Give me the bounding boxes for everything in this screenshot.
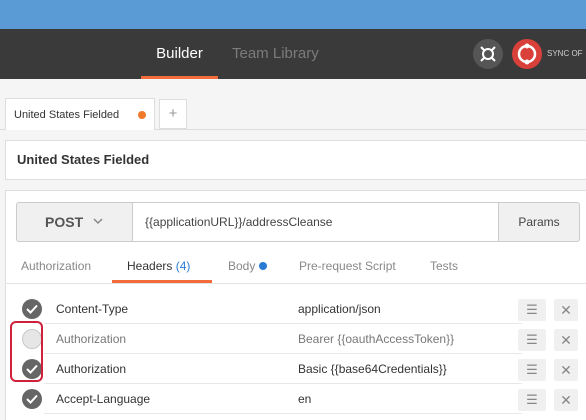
request-tab[interactable]: United States Fielded	[5, 98, 155, 130]
row-menu-icon[interactable]: ☰	[518, 329, 546, 351]
tab-team-library[interactable]: Team Library	[232, 29, 319, 79]
request-name-text: United States Fielded	[17, 152, 150, 167]
annotation-highlight-box	[10, 321, 43, 382]
sub-tab-divider	[5, 283, 586, 284]
method-dropdown[interactable]: POST	[16, 202, 133, 242]
tab-headers-label: Headers	[127, 259, 173, 273]
url-input[interactable]: {{applicationURL}}/addressCleanse	[132, 202, 500, 242]
row-menu-icon[interactable]: ☰	[518, 389, 546, 411]
url-text: {{applicationURL}}/addressCleanse	[145, 215, 333, 229]
row-delete-icon[interactable]: ✕	[554, 389, 578, 411]
header-key-underline	[44, 413, 286, 414]
body-modified-dot-icon	[259, 262, 268, 270]
row-menu-icon[interactable]: ☰	[518, 359, 546, 381]
header-value-field[interactable]: application/json	[298, 294, 381, 324]
header-value-field[interactable]: Basic {{base64Credentials}}	[298, 354, 447, 384]
header-row: Authorization Bearer {{oauthAccessToken}…	[16, 324, 586, 354]
tab-authorization[interactable]: Authorization	[21, 252, 91, 282]
unsaved-dot-icon	[138, 111, 146, 119]
check-icon	[26, 304, 38, 314]
header-value-field[interactable]: Bearer {{oauthAccessToken}}	[298, 324, 454, 354]
header-row: Content-Type application/json ☰ ✕	[16, 294, 586, 324]
add-tab-button[interactable]: +	[159, 99, 187, 129]
header-key-field[interactable]: Accept-Language	[56, 384, 150, 414]
top-bar	[0, 0, 586, 29]
interceptor-icon[interactable]	[473, 39, 503, 69]
header-value-underline	[286, 413, 522, 414]
row-menu-icon[interactable]: ☰	[518, 299, 546, 321]
request-tab-label: United States Fielded	[14, 109, 120, 121]
chevron-down-icon	[93, 218, 103, 225]
header-row: Accept-Language en ☰ ✕	[16, 384, 586, 414]
tab-headers[interactable]: Headers (4)	[127, 252, 190, 282]
tab-body[interactable]: Body	[228, 252, 268, 282]
header-key-field[interactable]: Authorization	[56, 324, 126, 354]
row-delete-icon[interactable]: ✕	[554, 359, 578, 381]
method-label: POST	[45, 214, 84, 230]
header-row: Authorization Basic {{base64Credentials}…	[16, 354, 586, 384]
sync-icon[interactable]	[512, 39, 542, 69]
header-enabled-checkbox[interactable]	[22, 299, 42, 319]
tab-tests[interactable]: Tests	[430, 252, 458, 282]
sync-status-label: SYNC OF	[547, 49, 583, 58]
header-key-field[interactable]: Content-Type	[56, 294, 128, 324]
headers-count-badge: (4)	[175, 259, 191, 273]
row-delete-icon[interactable]: ✕	[554, 329, 578, 351]
tab-builder[interactable]: Builder	[141, 29, 218, 79]
request-name-field[interactable]: United States Fielded	[5, 140, 586, 180]
header-enabled-checkbox[interactable]	[22, 389, 42, 409]
row-delete-icon[interactable]: ✕	[554, 299, 578, 321]
tab-body-label: Body	[228, 259, 256, 273]
tab-prerequest-script[interactable]: Pre-request Script	[299, 252, 396, 282]
check-icon	[26, 394, 38, 404]
params-button[interactable]: Params	[498, 202, 580, 242]
header-key-field[interactable]: Authorization	[56, 354, 126, 384]
header-value-field[interactable]: en	[298, 384, 311, 414]
